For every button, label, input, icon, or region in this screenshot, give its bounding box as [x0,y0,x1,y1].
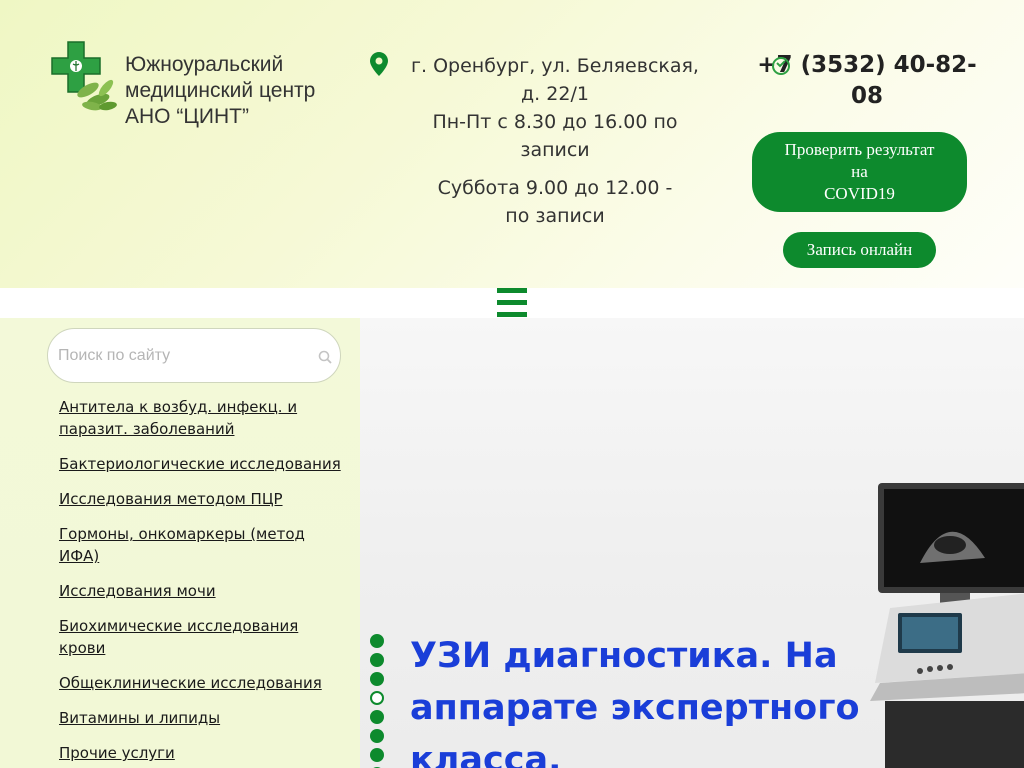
menu-link-text: Биохимические исследования [59,617,299,635]
menu-link-text: крови [59,639,106,657]
menu-link-text: Гормоны, онкомаркеры (метод [59,525,305,543]
menu-item-general-clinical: Общеклинические исследования [59,672,349,694]
menu-link[interactable]: Гормоны, онкомаркеры (метод ИФА) [59,525,305,565]
check-covid-result-button[interactable]: Проверить результат на COVID19 [752,132,967,212]
menu-item-antibodies: Антитела к возбуд. инфекц. и паразит. за… [59,396,349,440]
button-label: COVID19 [824,184,895,203]
map-pin-icon [370,52,388,76]
menu-link-text: Общеклинические исследования [59,674,322,692]
menu-item-other: Прочие услуги [59,742,349,764]
menu-item-bacteriology: Бактериологические исследования [59,453,349,475]
menu-link[interactable]: Исследования методом ПЦР [59,490,283,508]
hero-slider: УЗИ диагностика. На аппарате экспертного… [360,318,1024,768]
menu-link[interactable]: Биохимические исследования крови [59,617,298,657]
menu-item-urine: Исследования мочи [59,580,349,602]
menu-link-text: Бактериологические исследования [59,455,341,473]
phone-line[interactable]: 08 [752,81,982,112]
search-icon[interactable] [318,349,332,364]
search-input[interactable] [58,343,308,369]
org-name-line: АНО “ЦИНТ” [125,105,249,128]
slide-title: УЗИ диагностика. На аппарате экспертного… [410,630,910,768]
button-label: на [851,162,868,181]
menu-link-text: Прочие услуги [59,744,175,762]
menu-item-vitamins: Витамины и липиды [59,707,349,729]
hamburger-bar [497,288,527,293]
slide-title-line: УЗИ диагностика. На [410,636,838,676]
slider-dot-active[interactable] [370,691,384,705]
hamburger-menu-icon[interactable] [497,288,527,318]
menu-link-text: Исследования мочи [59,582,216,600]
slider-dot[interactable] [370,729,384,743]
slider-dot[interactable] [370,710,384,724]
slider-pagination [370,634,386,768]
menu-link-text: Антитела к возбуд. инфекц. и [59,398,298,416]
address-block: г. Оренбург, ул. Беляевская, д. 22/1 Пн-… [395,52,715,230]
address-line: д. 22/1 [521,83,589,105]
org-name-line: Южноуральский [125,53,284,76]
saturday-hours: по записи [505,205,605,227]
menu-item-pcr: Исследования методом ПЦР [59,488,349,510]
org-name: Южноуральский медицинский центр АНО “ЦИН… [125,52,365,130]
menu-link[interactable]: Бактериологические исследования [59,455,341,473]
logo-icon[interactable] [48,40,118,116]
services-menu: Антитела к возбуд. инфекц. и паразит. за… [59,396,349,768]
menu-link-text: ИФА) [59,547,100,565]
hamburger-bar [497,300,527,305]
slider-dot[interactable] [370,672,384,686]
site-header: Южноуральский медицинский центр АНО “ЦИН… [0,0,1024,288]
search-box[interactable] [47,328,341,383]
sidebar: Антитела к возбуд. инфекц. и паразит. за… [0,318,360,768]
online-booking-button[interactable]: Запись онлайн [783,232,936,268]
button-label: Проверить результат [784,140,935,159]
address-line: г. Оренбург, ул. Беляевская, [411,55,699,77]
working-hours: записи [520,139,590,161]
slider-dot[interactable] [370,748,384,762]
menu-link-text: Витамины и липиды [59,709,221,727]
menu-link-text: Исследования методом ПЦР [59,490,283,508]
slide-title-line: класса. [410,740,562,768]
slider-dot[interactable] [370,653,384,667]
working-hours: Пн-Пт с 8.30 до 16.00 по [432,111,678,133]
menu-link[interactable]: Прочие услуги [59,744,175,762]
slider-dot[interactable] [370,634,384,648]
menu-item-biochemistry: Биохимические исследования крови [59,615,349,659]
saturday-hours: Суббота 9.00 до 12.00 - [437,177,673,199]
hamburger-bar [497,312,527,317]
menu-link[interactable]: Антитела к возбуд. инфекц. и паразит. за… [59,398,297,438]
menu-link-text: паразит. заболеваний [59,420,235,438]
menu-link[interactable]: Общеклинические исследования [59,674,322,692]
org-name-line: медицинский центр [125,79,316,102]
menu-link[interactable]: Витамины и липиды [59,709,220,727]
phone-icon [771,56,791,76]
menu-link[interactable]: Исследования мочи [59,582,216,600]
slide-title-line: аппарате экспертного [410,688,860,728]
menu-item-hormones: Гормоны, онкомаркеры (метод ИФА) [59,523,349,567]
